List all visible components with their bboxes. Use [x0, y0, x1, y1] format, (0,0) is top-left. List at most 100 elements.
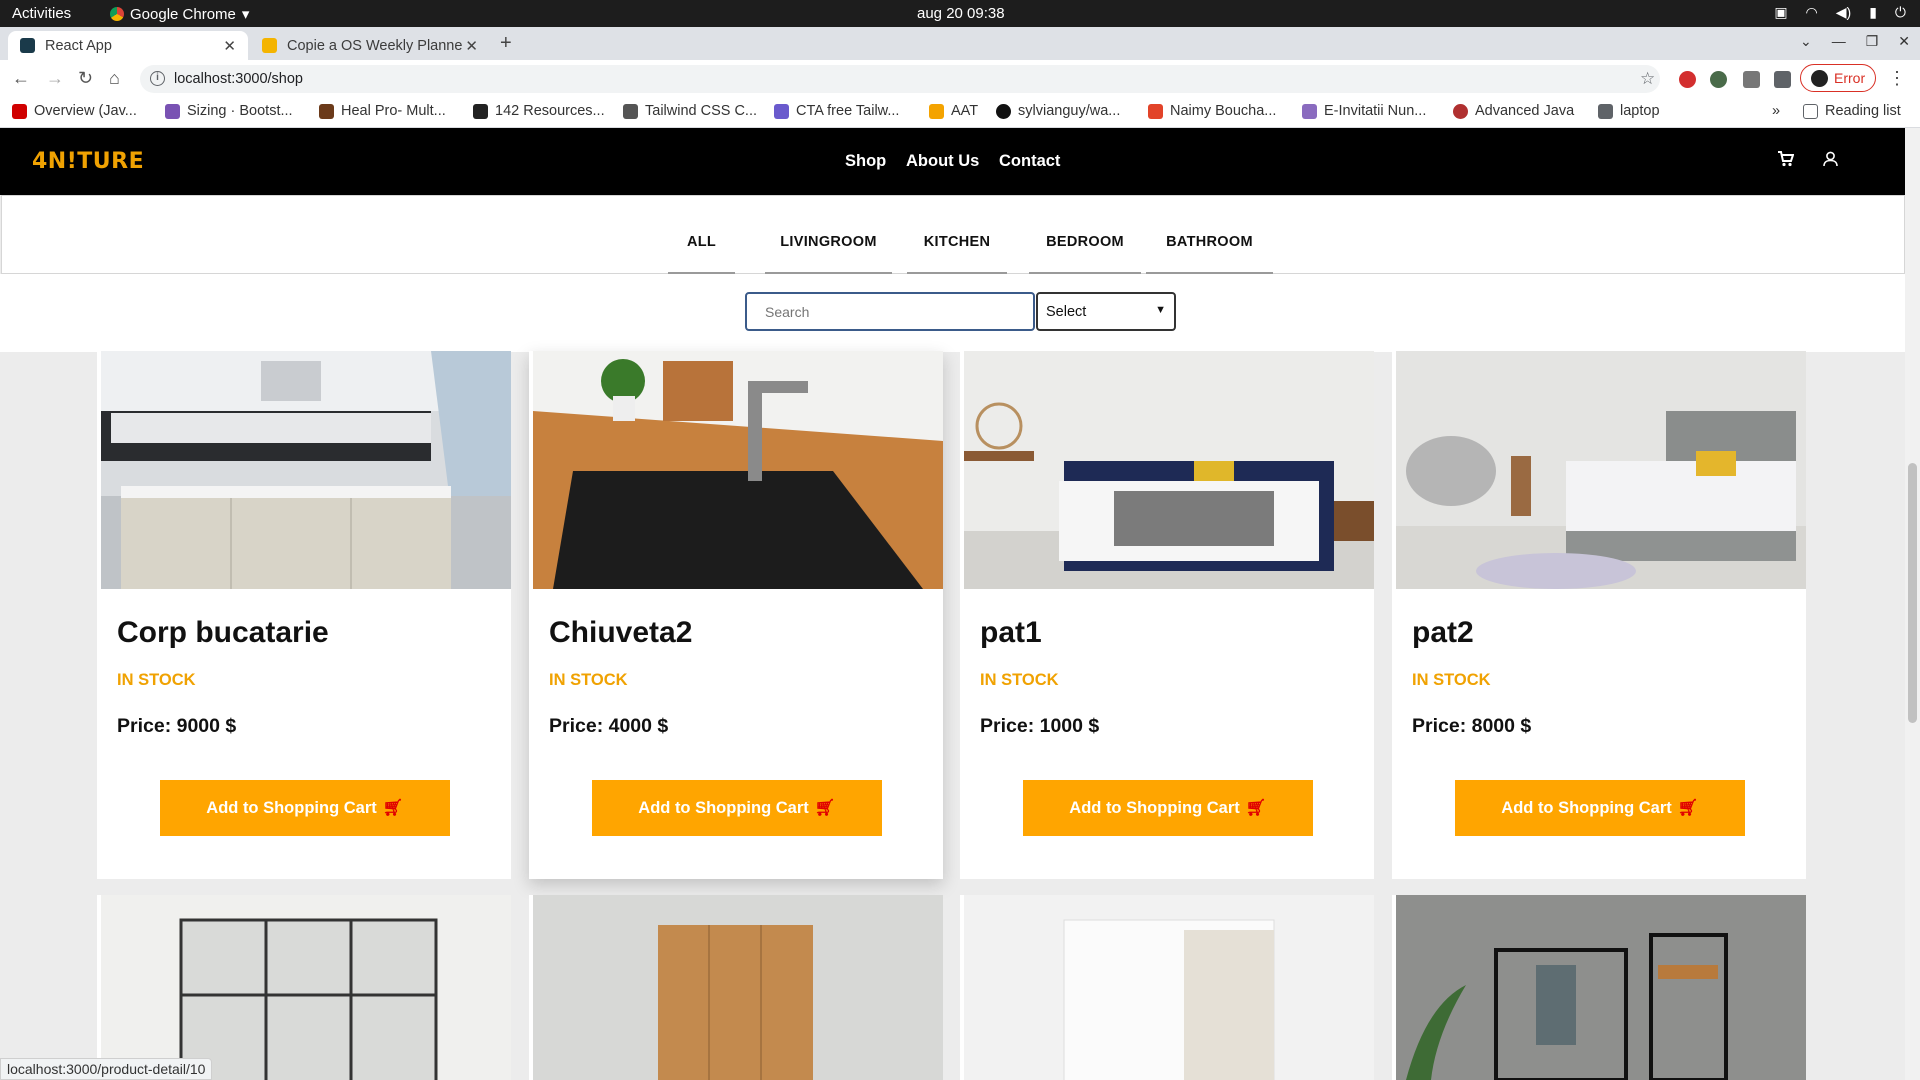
- product-card[interactable]: pat2 IN STOCK Price: 8000 $ Add to Shopp…: [1392, 351, 1806, 879]
- menu-kebab-icon[interactable]: ⋮: [1888, 68, 1906, 89]
- search-row: Select ▼: [0, 274, 1905, 352]
- reading-list-button[interactable]: Reading list: [1803, 103, 1901, 119]
- address-bar[interactable]: i localhost:3000/shop: [140, 65, 1660, 93]
- user-icon[interactable]: [1823, 151, 1838, 172]
- product-card[interactable]: Corp bucatarie IN STOCK Price: 9000 $ Ad…: [97, 351, 511, 879]
- bookmark-item[interactable]: Overview (Jav...: [12, 103, 137, 119]
- activities-button[interactable]: Activities: [12, 5, 71, 22]
- gamepad-icon: ▣: [1774, 4, 1788, 20]
- tab-all[interactable]: ALL: [668, 196, 735, 274]
- forward-icon[interactable]: →: [46, 68, 64, 89]
- bookmark-item[interactable]: Naimy Boucha...: [1148, 103, 1276, 119]
- product-title[interactable]: Corp bucatarie: [117, 616, 329, 650]
- product-image-bed1[interactable]: [964, 351, 1374, 589]
- select-value: Select: [1046, 304, 1087, 320]
- product-image-wardrobe-white[interactable]: [964, 895, 1374, 1080]
- product-title[interactable]: Chiuveta2: [549, 616, 692, 650]
- tab-title: Copie a OS Weekly Planne: [287, 37, 463, 54]
- site-logo[interactable]: 4N!TURE: [32, 149, 144, 174]
- bookmark-favicon-icon: [1302, 103, 1317, 119]
- bookmark-item[interactable]: CTA free Tailw...: [774, 103, 899, 119]
- page-scrollbar[interactable]: [1905, 128, 1920, 1080]
- bookmark-favicon-icon: [774, 103, 789, 119]
- extension-picker-icon[interactable]: [1743, 71, 1760, 88]
- product-image-bathroom-rack[interactable]: [1396, 895, 1806, 1080]
- bookmark-favicon-icon: [12, 103, 27, 119]
- home-icon[interactable]: ⌂: [109, 68, 120, 89]
- bookmark-item[interactable]: 142 Resources...: [473, 103, 605, 119]
- cart-icon[interactable]: [1777, 151, 1795, 172]
- tab-bathroom[interactable]: BATHROOM: [1146, 196, 1273, 274]
- bookmark-star-icon[interactable]: ☆: [1640, 69, 1655, 89]
- bookmark-label: Heal Pro- Mult...: [341, 103, 446, 119]
- tab-react-app[interactable]: React App ✕: [8, 31, 248, 60]
- bookmark-item[interactable]: Advanced Java: [1453, 103, 1574, 119]
- bookmark-favicon-icon: [623, 103, 638, 119]
- product-card[interactable]: pat1 IN STOCK Price: 1000 $ Add to Shopp…: [960, 351, 1374, 879]
- os-top-bar: Activities Google Chrome ▾ aug 20 09:38 ▣…: [0, 0, 1920, 27]
- bookmarks-bar: Overview (Jav... Sizing · Bootst... Heal…: [0, 97, 1920, 128]
- nav-about-us[interactable]: About Us: [906, 152, 979, 171]
- clock[interactable]: aug 20 09:38: [917, 5, 1005, 22]
- tab-search-icon[interactable]: ⌄: [1800, 33, 1812, 50]
- product-title[interactable]: pat1: [980, 616, 1042, 650]
- extension-bird-icon[interactable]: [1710, 71, 1727, 88]
- stock-status: IN STOCK: [117, 671, 196, 689]
- bookmark-item[interactable]: sylvianguy/wa...: [996, 103, 1120, 119]
- tab-weekly-planner[interactable]: Copie a OS Weekly Planne ✕: [250, 31, 490, 60]
- tab-bedroom[interactable]: BEDROOM: [1029, 196, 1141, 274]
- adblock-icon[interactable]: [1679, 71, 1696, 88]
- bookmark-item[interactable]: Heal Pro- Mult...: [319, 103, 446, 119]
- more-bookmarks-icon[interactable]: »: [1772, 103, 1780, 119]
- bookmark-label: CTA free Tailw...: [796, 103, 900, 119]
- bookmark-item[interactable]: Sizing · Bootst...: [165, 103, 293, 119]
- close-tab-icon[interactable]: ✕: [465, 37, 478, 55]
- profile-error-button[interactable]: Error: [1800, 64, 1876, 92]
- add-to-cart-button[interactable]: Add to Shopping Cart 🛒︎: [592, 780, 882, 836]
- cart-icon: 🛒︎: [1677, 798, 1699, 817]
- extensions-puzzle-icon[interactable]: [1774, 71, 1791, 88]
- system-tray[interactable]: ▣ ◠ ◀) ▮ ⏻: [1774, 4, 1906, 21]
- folder-icon: [1598, 103, 1613, 119]
- category-filter: ALL LIVINGROOM KITCHEN BEDROOM BATHROOM: [1, 195, 1905, 274]
- product-image-wardrobe-glass[interactable]: [101, 895, 511, 1080]
- add-to-cart-button[interactable]: Add to Shopping Cart 🛒︎: [1455, 780, 1745, 836]
- new-tab-icon[interactable]: +: [500, 32, 512, 55]
- app-menu[interactable]: Google Chrome ▾: [110, 5, 249, 23]
- nav-contact[interactable]: Contact: [999, 152, 1060, 171]
- bookmark-item[interactable]: Tailwind CSS C...: [623, 103, 757, 119]
- gitlab-icon: [1148, 103, 1163, 119]
- tab-livingroom[interactable]: LIVINGROOM: [765, 196, 892, 274]
- tab-title: React App: [45, 37, 112, 54]
- back-icon[interactable]: ←: [12, 68, 30, 89]
- reload-icon[interactable]: ↻: [78, 68, 93, 89]
- product-card[interactable]: Chiuveta2 IN STOCK Price: 4000 $ Add to …: [529, 351, 943, 879]
- scrollbar-thumb[interactable]: [1908, 463, 1917, 723]
- product-card[interactable]: [529, 895, 943, 1080]
- product-image-bed2[interactable]: [1396, 351, 1806, 589]
- product-title[interactable]: pat2: [1412, 616, 1474, 650]
- bookmark-folder[interactable]: laptop: [1598, 103, 1660, 119]
- bookmark-favicon-icon: [473, 103, 488, 119]
- product-image-sink[interactable]: [533, 351, 943, 589]
- add-to-cart-button[interactable]: Add to Shopping Cart 🛒︎: [1023, 780, 1313, 836]
- nav-shop[interactable]: Shop: [845, 152, 886, 171]
- sort-select[interactable]: Select ▼: [1036, 292, 1176, 331]
- product-card[interactable]: [97, 895, 511, 1080]
- product-image-kitchen[interactable]: [101, 351, 511, 589]
- product-price: Price: 1000 $: [980, 715, 1100, 737]
- bookmark-label: Advanced Java: [1475, 103, 1575, 119]
- product-card[interactable]: [1392, 895, 1806, 1080]
- search-input[interactable]: [745, 292, 1035, 331]
- maximize-icon[interactable]: ❐: [1866, 33, 1879, 50]
- product-card[interactable]: [960, 895, 1374, 1080]
- add-to-cart-button[interactable]: Add to Shopping Cart 🛒︎: [160, 780, 450, 836]
- tab-kitchen[interactable]: KITCHEN: [907, 196, 1007, 274]
- site-info-icon[interactable]: i: [150, 71, 165, 86]
- bookmark-item[interactable]: E-Invitatii Nun...: [1302, 103, 1426, 119]
- bookmark-item[interactable]: AAT: [929, 103, 978, 119]
- close-tab-icon[interactable]: ✕: [223, 37, 236, 55]
- product-image-wardrobe-wood[interactable]: [533, 895, 943, 1080]
- close-window-icon[interactable]: ✕: [1898, 33, 1910, 50]
- minimize-icon[interactable]: —: [1832, 33, 1846, 50]
